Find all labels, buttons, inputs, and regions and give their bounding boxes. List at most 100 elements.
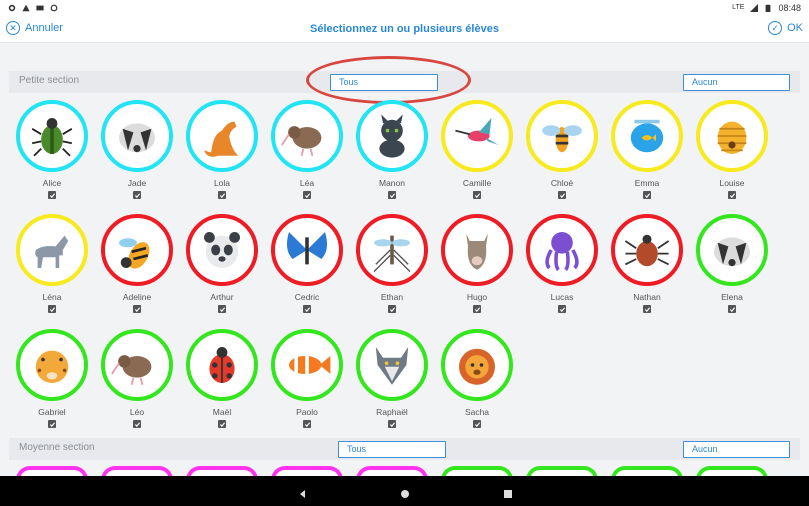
horse-icon xyxy=(35,235,69,268)
ok-label: OK xyxy=(787,22,803,34)
select-none-button[interactable]: Aucun xyxy=(683,441,790,458)
student-checkbox[interactable] xyxy=(388,191,396,199)
student-checkbox[interactable] xyxy=(643,305,651,313)
student-card[interactable]: Chloé xyxy=(524,100,600,210)
student-card[interactable]: Lucas xyxy=(524,214,600,324)
student-card[interactable]: Paolo xyxy=(269,329,345,439)
student-checkbox[interactable] xyxy=(473,191,481,199)
cancel-button[interactable]: ✕ Annuler xyxy=(6,21,63,35)
student-checkbox[interactable] xyxy=(388,420,396,428)
student-card[interactable]: Léna xyxy=(14,214,90,324)
student-card[interactable]: Adeline xyxy=(99,214,175,324)
student-avatar[interactable] xyxy=(101,100,173,172)
student-avatar[interactable] xyxy=(101,214,173,286)
student-checkbox[interactable] xyxy=(558,191,566,199)
student-avatar[interactable] xyxy=(356,100,428,172)
student-avatar[interactable] xyxy=(696,214,768,286)
sync-icon xyxy=(50,4,58,12)
student-card[interactable]: Manon xyxy=(354,100,430,210)
ok-button[interactable]: ✓ OK xyxy=(768,21,803,35)
beehive-icon xyxy=(717,121,747,154)
select-all-button[interactable]: Tous xyxy=(330,74,438,91)
student-name: Léna xyxy=(42,292,62,302)
student-card[interactable]: Camille xyxy=(439,100,515,210)
mosquito-icon xyxy=(373,235,411,273)
back-icon[interactable] xyxy=(298,486,308,498)
student-card[interactable]: Cedric xyxy=(269,214,345,324)
student-avatar[interactable] xyxy=(271,100,343,172)
student-avatar[interactable] xyxy=(16,329,88,401)
student-avatar[interactable] xyxy=(186,329,258,401)
student-checkbox[interactable] xyxy=(728,305,736,313)
student-avatar[interactable] xyxy=(271,214,343,286)
bee-icon xyxy=(542,125,582,153)
student-avatar[interactable] xyxy=(526,214,598,286)
student-avatar[interactable] xyxy=(186,214,258,286)
student-card[interactable]: Nathan xyxy=(609,214,685,324)
student-card[interactable]: Hugo xyxy=(439,214,515,324)
student-checkbox[interactable] xyxy=(303,191,311,199)
student-checkbox[interactable] xyxy=(303,420,311,428)
student-checkbox[interactable] xyxy=(388,305,396,313)
student-avatar[interactable] xyxy=(441,214,513,286)
student-checkbox[interactable] xyxy=(303,305,311,313)
student-avatar[interactable] xyxy=(611,100,683,172)
student-card[interactable]: Ethan xyxy=(354,214,430,324)
kiwi-icon xyxy=(111,355,152,386)
select-none-button[interactable]: Aucun xyxy=(683,74,790,91)
student-card[interactable]: Elena xyxy=(694,214,770,324)
student-checkbox[interactable] xyxy=(473,420,481,428)
student-card[interactable]: Léa xyxy=(269,100,345,210)
student-avatar[interactable] xyxy=(441,329,513,401)
student-card[interactable]: Louise xyxy=(694,100,770,210)
student-card[interactable]: Alice xyxy=(14,100,90,210)
student-card[interactable]: Emma xyxy=(609,100,685,210)
student-avatar[interactable] xyxy=(16,214,88,286)
student-card[interactable]: Sacha xyxy=(439,329,515,439)
clock: 08:48 xyxy=(778,2,801,13)
student-avatar[interactable] xyxy=(16,100,88,172)
recents-icon[interactable] xyxy=(503,486,513,498)
network-type: LTE xyxy=(732,4,745,11)
hummingbird-icon xyxy=(455,118,499,145)
fishbowl-icon xyxy=(630,119,664,153)
student-checkbox[interactable] xyxy=(218,420,226,428)
student-name: Lola xyxy=(213,178,231,188)
beetle-icon xyxy=(31,118,73,157)
student-checkbox[interactable] xyxy=(133,305,141,313)
student-card[interactable]: Jade xyxy=(99,100,175,210)
close-icon: ✕ xyxy=(6,21,20,35)
student-card[interactable]: Lola xyxy=(184,100,260,210)
student-checkbox[interactable] xyxy=(48,305,56,313)
student-checkbox[interactable] xyxy=(133,191,141,199)
home-icon[interactable] xyxy=(400,486,410,498)
student-avatar[interactable] xyxy=(696,100,768,172)
student-avatar[interactable] xyxy=(526,100,598,172)
student-checkbox[interactable] xyxy=(728,191,736,199)
settings-icon xyxy=(8,4,16,12)
student-checkbox[interactable] xyxy=(558,305,566,313)
student-checkbox[interactable] xyxy=(48,191,56,199)
student-card[interactable]: Arthur xyxy=(184,214,260,324)
student-checkbox[interactable] xyxy=(218,305,226,313)
student-avatar[interactable] xyxy=(101,329,173,401)
student-avatar[interactable] xyxy=(611,214,683,286)
student-checkbox[interactable] xyxy=(133,420,141,428)
student-avatar[interactable] xyxy=(186,100,258,172)
student-avatar[interactable] xyxy=(356,329,428,401)
student-avatar[interactable] xyxy=(271,329,343,401)
select-all-button[interactable]: Tous xyxy=(338,441,446,458)
student-checkbox[interactable] xyxy=(48,420,56,428)
student-avatar[interactable] xyxy=(441,100,513,172)
student-card[interactable]: Maël xyxy=(184,329,260,439)
student-checkbox[interactable] xyxy=(218,191,226,199)
student-checkbox[interactable] xyxy=(473,305,481,313)
student-card[interactable]: Léo xyxy=(99,329,175,439)
student-card[interactable]: Raphaël xyxy=(354,329,430,439)
tick-icon xyxy=(624,234,670,267)
student-card[interactable]: Gabriel xyxy=(14,329,90,439)
student-avatar[interactable] xyxy=(356,214,428,286)
panda-icon xyxy=(204,232,240,268)
signal-icon xyxy=(750,3,759,12)
student-checkbox[interactable] xyxy=(643,191,651,199)
